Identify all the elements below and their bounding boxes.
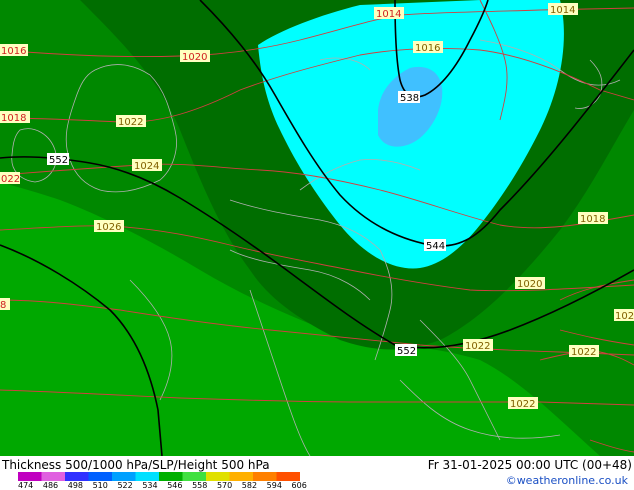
slp-label: 1014 bbox=[548, 3, 578, 16]
legend-swatch bbox=[18, 472, 42, 481]
legend-tick-label: 474 bbox=[18, 481, 34, 490]
legend-swatch bbox=[159, 472, 183, 481]
thickness-legend-ticks: 474 486 498 510 522 534 546 558 570 582 594 606 bbox=[18, 481, 318, 490]
weather-map-screen: 538 544 552 552 1014 1014 1016 1016 1018… bbox=[0, 0, 634, 490]
svg-text:022: 022 bbox=[1, 174, 20, 185]
slp-label: 1014 bbox=[374, 7, 404, 20]
svg-text:1018: 1018 bbox=[580, 214, 605, 225]
map-title: Thickness 500/1000 hPa/SLP/Height 500 hP… bbox=[2, 458, 270, 472]
legend-tick-label: 582 bbox=[241, 481, 258, 490]
slp-label: 102 bbox=[614, 309, 634, 322]
credit-link[interactable]: ©weatheronline.co.uk bbox=[506, 474, 628, 487]
map-footer: Thickness 500/1000 hPa/SLP/Height 500 hP… bbox=[0, 456, 634, 490]
legend-swatch bbox=[41, 472, 66, 481]
svg-text:102: 102 bbox=[615, 311, 634, 322]
slp-label: 1016 bbox=[0, 44, 28, 57]
height-label: 552 bbox=[47, 153, 69, 166]
slp-label: 1026 bbox=[94, 220, 124, 233]
thickness-map: 538 544 552 552 1014 1014 1016 1016 1018… bbox=[0, 0, 634, 456]
legend-tick-label: 594 bbox=[266, 481, 282, 490]
svg-text:1016: 1016 bbox=[415, 43, 440, 54]
legend-tick-label: 486 bbox=[42, 481, 59, 490]
legend-swatch bbox=[65, 472, 89, 481]
height-label: 544 bbox=[424, 239, 446, 252]
legend-swatch bbox=[276, 472, 300, 481]
legend-swatch bbox=[206, 472, 230, 481]
legend-swatch bbox=[182, 472, 207, 481]
svg-text:1022: 1022 bbox=[571, 347, 596, 358]
thickness-legend-bar bbox=[18, 472, 300, 481]
slp-label: 1020 bbox=[515, 277, 545, 290]
legend-tick-label: 498 bbox=[67, 481, 84, 490]
svg-text:552: 552 bbox=[397, 346, 416, 357]
legend-tick-label: 570 bbox=[216, 481, 233, 490]
height-label: 552 bbox=[395, 344, 417, 357]
svg-text:1016: 1016 bbox=[1, 46, 26, 57]
svg-text:552: 552 bbox=[49, 155, 68, 166]
legend-tick-label: 558 bbox=[192, 481, 208, 490]
slp-label: 1020 bbox=[180, 50, 210, 63]
slp-label: 022 bbox=[0, 172, 20, 185]
legend-swatch bbox=[229, 472, 254, 481]
svg-text:1020: 1020 bbox=[517, 279, 542, 290]
legend-tick-label: 522 bbox=[117, 481, 133, 490]
slp-label: 1018 bbox=[0, 111, 30, 124]
svg-text:1022: 1022 bbox=[118, 117, 143, 128]
legend-tick-label: 534 bbox=[142, 481, 158, 490]
legend-swatch bbox=[88, 472, 113, 481]
height-label: 538 bbox=[398, 91, 420, 104]
svg-text:1014: 1014 bbox=[376, 9, 401, 20]
slp-label: 1022 bbox=[463, 339, 493, 352]
legend-swatch bbox=[112, 472, 136, 481]
legend-tick-label: 510 bbox=[92, 481, 108, 490]
svg-text:1020: 1020 bbox=[182, 52, 207, 63]
legend-swatch bbox=[135, 472, 160, 481]
slp-label: 1018 bbox=[578, 212, 608, 225]
svg-text:1018: 1018 bbox=[1, 113, 26, 124]
svg-text:8: 8 bbox=[0, 300, 6, 311]
svg-text:544: 544 bbox=[426, 241, 445, 252]
valid-time: Fr 31-01-2025 00:00 UTC (00+48) bbox=[427, 458, 632, 472]
slp-label: 1024 bbox=[132, 159, 162, 172]
legend-tick-label: 546 bbox=[167, 481, 183, 490]
svg-text:1022: 1022 bbox=[465, 341, 490, 352]
slp-label: 1016 bbox=[413, 41, 443, 54]
svg-text:1026: 1026 bbox=[96, 222, 121, 233]
slp-label: 8 bbox=[0, 298, 10, 311]
svg-text:1024: 1024 bbox=[134, 161, 159, 172]
svg-text:1022: 1022 bbox=[510, 399, 535, 410]
slp-label: 1022 bbox=[116, 115, 146, 128]
legend-swatch bbox=[253, 472, 277, 481]
svg-text:538: 538 bbox=[400, 93, 419, 104]
legend-tick-label: 606 bbox=[291, 481, 307, 490]
slp-label: 1022 bbox=[508, 397, 538, 410]
svg-text:1014: 1014 bbox=[550, 5, 575, 16]
slp-label: 1022 bbox=[569, 345, 599, 358]
